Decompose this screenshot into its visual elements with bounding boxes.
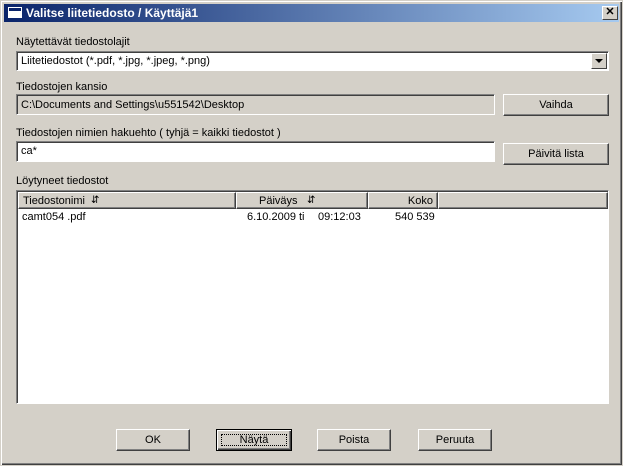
- cancel-button[interactable]: Peruuta: [418, 429, 492, 451]
- chevron-down-icon[interactable]: [591, 53, 607, 69]
- folder-label: Tiedostojen kansio: [16, 81, 108, 93]
- column-date-label: Päiväys: [259, 195, 298, 207]
- column-name-label: Tiedostonimi: [23, 195, 85, 207]
- column-header-date[interactable]: Päiväys ⇵: [236, 192, 368, 209]
- filetypes-selected: Liitetiedostot (*.pdf, *.jpg, *.jpeg, *.…: [21, 55, 210, 67]
- column-header-filler: [438, 192, 608, 209]
- dialog-window: Valitse liitetiedosto / Käyttäjä1 ✕ Näyt…: [0, 0, 623, 466]
- row-name: camt054 .pdf: [22, 211, 86, 223]
- change-folder-button[interactable]: Vaihda: [503, 94, 609, 116]
- file-list[interactable]: Tiedostonimi ⇵ Päiväys ⇵ Koko camt054 .p…: [16, 190, 609, 404]
- delete-button[interactable]: Poista: [317, 429, 391, 451]
- row-date: 6.10.2009 ti: [247, 211, 305, 223]
- window-title: Valitse liitetiedosto / Käyttäjä1: [26, 6, 199, 20]
- sort-icon: ⇵: [307, 195, 316, 206]
- column-header-size[interactable]: Koko: [368, 192, 438, 209]
- refresh-list-button[interactable]: Päivitä lista: [503, 143, 609, 165]
- search-label: Tiedostojen nimien hakuehto ( tyhjä = ka…: [16, 127, 281, 139]
- results-label: Löytyneet tiedostot: [16, 175, 109, 187]
- close-button[interactable]: ✕: [602, 6, 618, 20]
- filetypes-dropdown[interactable]: Liitetiedostot (*.pdf, *.jpg, *.jpeg, *.…: [16, 51, 609, 71]
- ok-button[interactable]: OK: [116, 429, 190, 451]
- show-button[interactable]: Näytä: [216, 429, 292, 451]
- refresh-list-label: Päivitä lista: [528, 148, 584, 160]
- folder-path: C:\Documents and Settings\u551542\Deskto…: [21, 99, 245, 111]
- row-size: 540 539: [395, 211, 435, 223]
- column-size-label: Koko: [407, 195, 433, 207]
- change-folder-label: Vaihda: [539, 99, 573, 111]
- folder-path-field: C:\Documents and Settings\u551542\Deskto…: [16, 94, 495, 115]
- cancel-label: Peruuta: [435, 434, 475, 446]
- focus-rect: [221, 434, 287, 446]
- sort-icon: ⇵: [91, 195, 100, 206]
- ok-label: OK: [145, 434, 161, 446]
- title-bar[interactable]: Valitse liitetiedosto / Käyttäjä1 ✕: [4, 4, 619, 22]
- filetypes-label: Näytettävät tiedostolajit: [16, 36, 130, 48]
- search-value: ca*: [21, 145, 37, 157]
- column-header-name[interactable]: Tiedostonimi ⇵: [18, 192, 236, 209]
- search-input[interactable]: ca*: [16, 141, 495, 162]
- window-icon: [8, 7, 22, 18]
- delete-label: Poista: [338, 434, 370, 446]
- row-time: 09:12:03: [318, 211, 361, 223]
